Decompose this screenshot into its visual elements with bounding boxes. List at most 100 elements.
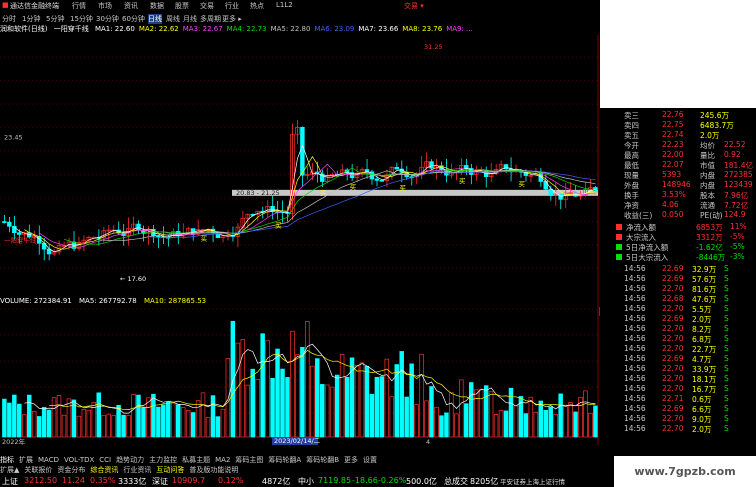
indicator-tab[interactable]: 趋势动力: [116, 456, 144, 464]
candlestick-chart[interactable]: 27.0026.0025.0024.0023.0022.0021.0020.00…: [0, 35, 600, 297]
index2-name[interactable]: 深证: [152, 476, 168, 487]
tick-time: 14:56: [624, 324, 646, 333]
volume-bar: [31, 410, 37, 438]
buy-marker: 买: [201, 235, 208, 243]
volume-bar: [46, 409, 52, 438]
volume-bar: [171, 402, 176, 438]
indicator-tab[interactable]: CCI: [99, 456, 111, 464]
extension-tab[interactable]: 行业资讯: [123, 466, 151, 474]
indicator-tab[interactable]: 更多: [344, 456, 358, 464]
period-tab-5min[interactable]: 5分钟: [46, 14, 64, 24]
range-label: 20.83 - 21.25: [236, 189, 280, 197]
period-tab-30min[interactable]: 30分钟: [96, 14, 119, 24]
tick-time: 14:56: [624, 334, 646, 343]
quote-row: 净资 4.06 流通 7.72亿: [600, 200, 748, 210]
volume-bar: [454, 413, 459, 438]
tick-price: 22.70: [662, 344, 684, 353]
period-tab-intraday[interactable]: 分时: [2, 14, 16, 24]
tick-row: 14:56 22.70 8.2万 S: [600, 324, 748, 334]
volume-chart[interactable]: 5万4万3万2万1万177632022年2023/02/14/二4: [0, 297, 600, 445]
tick-price: 22.70: [662, 324, 684, 333]
tick-time: 14:56: [624, 364, 646, 373]
indicator-tab[interactable]: MACD: [38, 456, 59, 464]
indicator-tab[interactable]: 扩展: [19, 456, 33, 464]
volume-bar: [250, 368, 255, 438]
indicator-tab[interactable]: 指标: [0, 456, 14, 464]
tick-price: 22.69: [662, 404, 684, 413]
volume-bar: [86, 409, 92, 438]
indicator-tab[interactable]: 设置: [363, 456, 377, 464]
period-tab-60min[interactable]: 60分钟: [122, 14, 145, 24]
flow-label: 5日大宗流入: [626, 253, 669, 262]
volume-bar: [320, 384, 325, 438]
tick-time: 14:56: [624, 384, 646, 393]
indicator-tab[interactable]: 主力监控: [149, 456, 177, 464]
candle-body: [17, 232, 22, 235]
indicator-tab[interactable]: 筹码主图: [235, 456, 263, 464]
broker-label: 平安证券上海上证行情: [500, 478, 565, 486]
menu-item-l1l2[interactable]: L1L2: [276, 1, 293, 9]
ma-legend-item: MA6: 23.09: [314, 25, 355, 33]
tick-price: 22.70: [662, 364, 684, 373]
indicator-tab[interactable]: 筹码轮翻B: [306, 456, 339, 464]
volume-bar: [106, 413, 111, 438]
total-volume-value: 8205亿: [470, 477, 499, 486]
volume-bar: [310, 365, 315, 438]
tick-time: 14:56: [624, 274, 646, 283]
volume-bar: [449, 392, 454, 438]
menu-item-trade[interactable]: 交易: [200, 1, 214, 11]
total-volume-label: 总成交: [444, 477, 468, 486]
menu-item-market[interactable]: 市场: [98, 1, 112, 11]
extension-tab[interactable]: 关联报价: [24, 466, 52, 474]
indicator-tab[interactable]: 筹码轮翻A: [268, 456, 301, 464]
volume-bar: [459, 379, 464, 438]
indicator-tab[interactable]: VOL-TDX: [64, 456, 94, 464]
candle-body: [7, 221, 12, 227]
period-tab-multi[interactable]: 多周期: [200, 14, 221, 24]
volume-bar: [195, 400, 201, 438]
extension-tab[interactable]: 扩展▲: [0, 466, 19, 474]
menu-item-data[interactable]: 数据: [150, 1, 164, 11]
index1-name[interactable]: 上证: [2, 476, 18, 487]
flow-pct: -3%: [730, 252, 745, 261]
menu-item-quotes[interactable]: 行情: [72, 1, 86, 11]
volume-bar: [464, 403, 469, 438]
indicator-tab[interactable]: MA2: [215, 456, 230, 464]
buy-marker: 买: [519, 180, 526, 188]
volume-bar: [404, 396, 409, 438]
period-tab-15min[interactable]: 15分钟: [70, 14, 93, 24]
tick-price: 22.69: [662, 354, 684, 363]
period-tab-daily[interactable]: 日线: [148, 14, 162, 24]
extension-tab[interactable]: 普及版功能说明: [189, 466, 238, 474]
period-tab-weekly[interactable]: 周线: [166, 14, 180, 24]
index3-name[interactable]: 中小: [298, 476, 314, 487]
index1-amount: 3333亿: [118, 477, 147, 486]
candle-body: [394, 166, 399, 170]
menu-item-industry[interactable]: 行业: [225, 1, 239, 11]
ma-legend-item: MA8: 23.76: [402, 25, 443, 33]
volume-bar: [469, 382, 474, 438]
volume-bar: [414, 404, 419, 438]
flow-marker-icon: [616, 254, 622, 260]
period-tab-1min[interactable]: 1分钟: [22, 14, 40, 24]
indicator-tab[interactable]: 私募主题: [182, 456, 210, 464]
menu-item-stock[interactable]: 股票: [175, 1, 189, 11]
extension-tab[interactable]: 资金分布: [57, 466, 85, 474]
period-tab-more[interactable]: 更多 ▸: [222, 14, 242, 24]
volume-bar: [444, 412, 449, 438]
extension-tab[interactable]: 互动问答: [156, 466, 184, 474]
volume-bar: [161, 404, 166, 438]
volume-bar: [359, 362, 365, 438]
trade-menu-button[interactable]: 交易 ▾: [404, 1, 424, 11]
candle-body: [300, 126, 305, 176]
tick-side: S: [724, 414, 729, 423]
menu-item-hot[interactable]: 热点: [250, 1, 264, 11]
volume-bar: [156, 406, 161, 438]
period-tab-monthly[interactable]: 月线: [183, 14, 197, 24]
volume-bar: [225, 358, 231, 438]
menu-item-news[interactable]: 资讯: [124, 1, 138, 11]
extension-tab[interactable]: 综合资讯: [90, 466, 118, 474]
volume-bar: [2, 398, 7, 438]
quote-row-price: 22.07: [662, 160, 684, 169]
index2-value: 10909.7: [172, 476, 206, 485]
